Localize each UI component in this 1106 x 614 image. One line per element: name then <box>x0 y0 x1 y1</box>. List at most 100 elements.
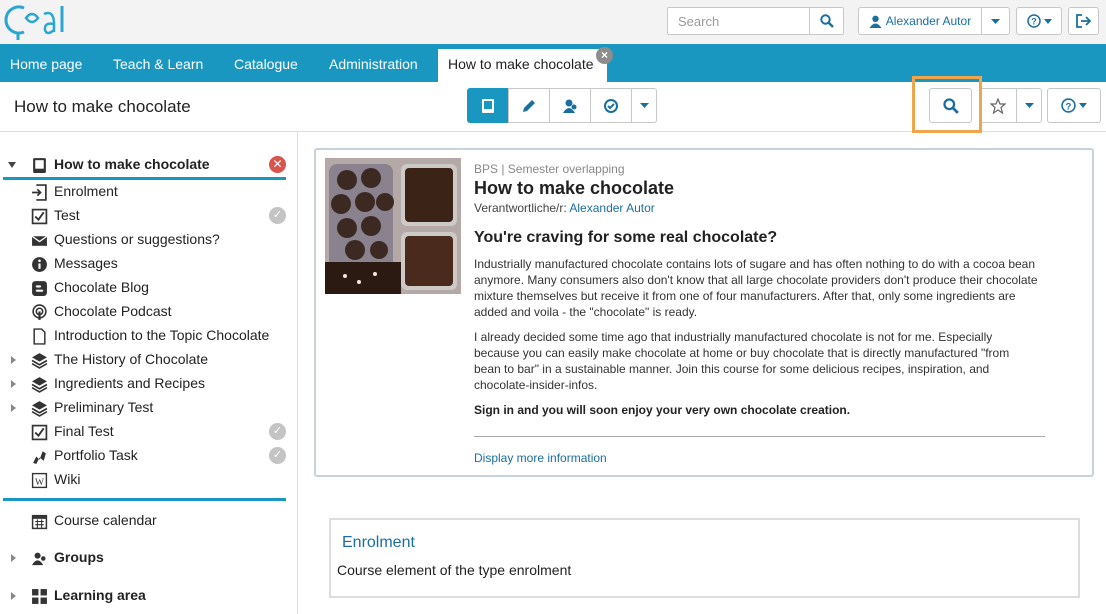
enrolment-element-card: Enrolment Course element of the type enr… <box>329 518 1080 598</box>
sidebar-item-introduction[interactable]: Introduction to the Topic Chocolate <box>0 325 296 347</box>
sidebar-item-portfolio-task[interactable]: Portfolio Task ✓ <box>0 445 296 467</box>
tab-administration[interactable]: Administration <box>329 56 418 72</box>
info-icon <box>32 257 47 272</box>
help-icon: ? <box>1026 14 1041 28</box>
course-info-content: BPS | Semester overlapping How to make c… <box>474 162 1054 417</box>
groups-icon <box>31 552 46 566</box>
responsible-author-link[interactable]: Alexander Autor <box>569 201 654 215</box>
sidebar-item-label: Chocolate Podcast <box>54 303 172 319</box>
envelope-icon <box>31 235 48 246</box>
enrolment-title[interactable]: Enrolment <box>342 534 415 552</box>
user-icon <box>869 15 882 28</box>
sidebar-item-history[interactable]: The History of Chocolate <box>0 349 296 371</box>
tab-home-page[interactable]: Home page <box>10 56 82 72</box>
sidebar-item-podcast[interactable]: Chocolate Podcast <box>0 301 296 323</box>
tools-dropdown[interactable] <box>631 88 657 123</box>
user-name: Alexander Autor <box>885 14 972 28</box>
sidebar-item-preliminary-test[interactable]: Preliminary Test <box>0 397 296 419</box>
members-icon <box>563 99 577 113</box>
blog-icon <box>32 281 47 296</box>
learning-area-icon <box>32 589 47 604</box>
enrolment-icon <box>32 184 47 201</box>
caret-down-icon <box>1024 103 1034 108</box>
logout-icon <box>1076 14 1091 28</box>
sidebar-item-groups[interactable]: Groups <box>0 547 296 569</box>
course-meta: BPS | Semester overlapping <box>474 162 625 176</box>
sidebar-item-wiki[interactable]: W Wiki <box>0 469 296 491</box>
expand-arrow-icon[interactable] <box>11 356 16 364</box>
portfolio-icon <box>33 451 46 464</box>
sidebar-item-learning-area[interactable]: Learning area <box>0 585 296 607</box>
sidebar-item-label: Test <box>54 207 80 223</box>
sidebar-item-calendar[interactable]: Course calendar <box>0 510 296 532</box>
search-button[interactable] <box>809 8 843 34</box>
sidebar-item-blog[interactable]: Chocolate Blog <box>0 277 296 299</box>
course-root-node[interactable]: How to make chocolate ✕ <box>0 154 296 176</box>
members-button[interactable] <box>549 88 591 123</box>
sidebar-item-label: Ingredients and Recipes <box>54 375 205 391</box>
course-responsible: Verantwortliche/r: Alexander Autor <box>474 201 1054 215</box>
stack-icon <box>31 401 48 417</box>
sidebar-item-label: Questions or suggestions? <box>54 231 220 247</box>
card-divider <box>474 436 1045 437</box>
sidebar-item-enrolment[interactable]: Enrolment <box>0 181 296 203</box>
caret-down-icon <box>639 103 649 108</box>
expand-arrow-icon[interactable] <box>11 592 16 600</box>
star-icon <box>990 97 1006 114</box>
sidebar-item-label: Messages <box>54 255 118 271</box>
course-view-button[interactable] <box>467 88 509 123</box>
stack-icon <box>31 377 48 393</box>
sidebar-item-label: Preliminary Test <box>54 399 154 415</box>
expanded-caret-icon[interactable] <box>8 162 16 168</box>
sidebar-item-questions[interactable]: Questions or suggestions? <box>0 229 296 251</box>
course-editor-button[interactable] <box>508 88 550 123</box>
book-icon <box>33 158 46 173</box>
sidebar-item-final-test[interactable]: Final Test ✓ <box>0 421 296 443</box>
favorite-button[interactable] <box>979 88 1017 123</box>
user-menu-button[interactable]: Alexander Autor <box>858 7 982 35</box>
display-more-information-link[interactable]: Display more information <box>474 451 607 465</box>
description-paragraph: I already decided some time ago that ind… <box>474 330 1010 392</box>
search-icon <box>819 14 834 28</box>
tab-course-active[interactable]: How to make chocolate <box>438 49 607 82</box>
done-check-icon: ✓ <box>269 447 286 464</box>
sidebar-item-label: Introduction to the Topic Chocolate <box>54 327 270 343</box>
favorite-dropdown[interactable] <box>1016 88 1042 123</box>
not-passed-icon: ✕ <box>269 156 286 173</box>
wiki-icon: W <box>31 472 48 489</box>
podcast-icon <box>32 304 47 320</box>
expand-arrow-icon[interactable] <box>11 380 16 388</box>
top-header: Alexander Autor ? <box>0 0 1106 44</box>
book-icon <box>482 98 494 113</box>
assessment-icon <box>604 98 618 113</box>
expand-arrow-icon[interactable] <box>11 554 16 562</box>
tab-catalogue[interactable]: Catalogue <box>234 56 298 72</box>
sidebar-item-ingredients[interactable]: Ingredients and Recipes <box>0 373 296 395</box>
course-description-heading: You're craving for some real chocolate? <box>474 229 778 246</box>
course-menu: How to make chocolate ✕ Enrolment Test ✓… <box>0 132 298 614</box>
checkbox-icon <box>31 424 48 441</box>
user-menu-dropdown[interactable] <box>981 7 1010 35</box>
global-search <box>667 7 844 35</box>
sidebar-item-messages[interactable]: Messages <box>0 253 296 275</box>
sidebar-item-label: Final Test <box>54 423 114 439</box>
help-menu-button[interactable]: ? <box>1016 7 1062 35</box>
caret-down-icon <box>1043 18 1052 24</box>
sidebar-item-label: Portfolio Task <box>54 447 138 463</box>
logout-button[interactable] <box>1068 7 1099 35</box>
close-tab-icon[interactable]: × <box>596 47 613 64</box>
course-help-button[interactable]: ? <box>1047 88 1101 123</box>
sidebar-item-test[interactable]: Test ✓ <box>0 205 296 227</box>
tab-teach-learn[interactable]: Teach & Learn <box>113 56 203 72</box>
sidebar-item-label: Course calendar <box>54 512 157 528</box>
course-info-title: How to make chocolate <box>474 178 675 198</box>
menu-divider <box>3 498 286 501</box>
sidebar-item-label: Learning area <box>54 587 146 603</box>
openolat-logo[interactable] <box>4 2 78 42</box>
help-icon: ? <box>1061 98 1076 113</box>
search-input[interactable] <box>668 8 810 34</box>
expand-arrow-icon[interactable] <box>11 404 16 412</box>
sidebar-item-label: Chocolate Blog <box>54 279 149 295</box>
caret-down-icon <box>1079 103 1087 108</box>
assessment-button[interactable] <box>590 88 632 123</box>
